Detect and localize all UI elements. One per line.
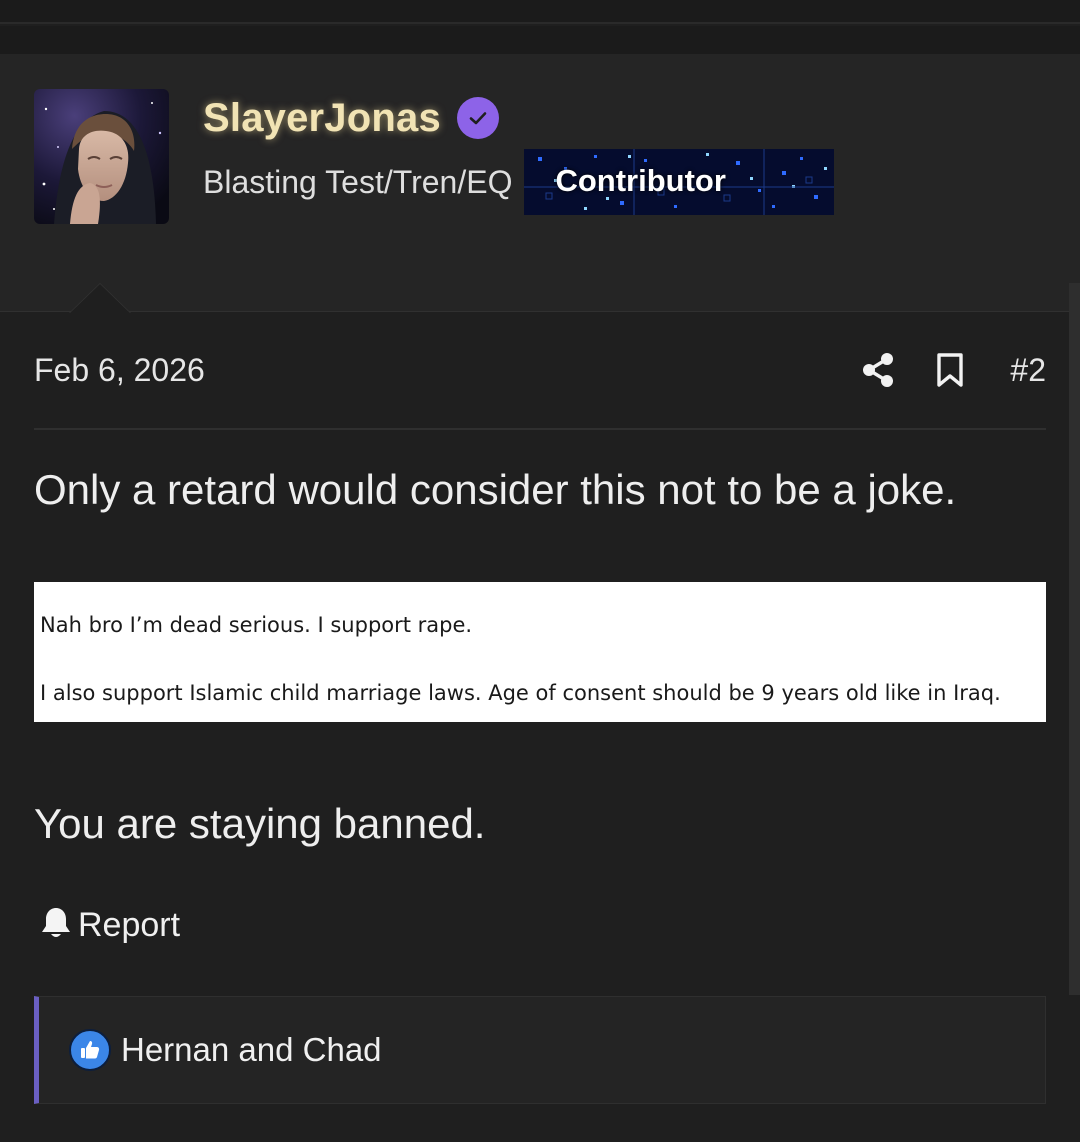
scrollbar[interactable] bbox=[1069, 283, 1080, 995]
quoted-image-line: Nah bro I’m dead serious. I support rape… bbox=[40, 613, 473, 637]
quoted-screenshot-image[interactable]: Nah bro I’m dead serious. I support rape… bbox=[34, 582, 1046, 722]
report-label: Report bbox=[78, 905, 181, 944]
divider bbox=[34, 428, 1046, 430]
share-icon[interactable] bbox=[860, 350, 896, 390]
role-badge-label: Contributor bbox=[555, 163, 726, 198]
post-date[interactable]: Feb 6, 2026 bbox=[34, 352, 205, 389]
avatar[interactable] bbox=[34, 89, 169, 224]
thumbs-up-icon[interactable] bbox=[69, 1029, 111, 1071]
post-body-text: Only a retard would consider this not to… bbox=[34, 466, 957, 513]
reaction-users-link[interactable]: Hernan and Chad bbox=[121, 1031, 382, 1069]
post-number[interactable]: #2 bbox=[1010, 352, 1046, 389]
bell-icon bbox=[40, 906, 72, 945]
post-meta: Feb 6, 2026 #2 bbox=[34, 340, 1046, 400]
pointer-arrow bbox=[70, 284, 130, 313]
post-body-text: You are staying banned. bbox=[34, 800, 486, 847]
post-meta-actions: #2 bbox=[860, 350, 1046, 390]
top-bar bbox=[0, 0, 1080, 24]
quoted-image-line: I also support Islamic child marriage la… bbox=[40, 681, 1001, 705]
report-button[interactable]: Report bbox=[40, 903, 180, 947]
bookmark-icon[interactable] bbox=[934, 350, 966, 390]
post-user-header: SlayerJonas Blasting Test/Tren/EQ Contri… bbox=[0, 54, 1080, 312]
user-title-row: Blasting Test/Tren/EQ Contributor bbox=[203, 149, 835, 215]
role-badge: Contributor bbox=[524, 149, 835, 215]
top-gap bbox=[0, 26, 1080, 54]
check-circle-icon bbox=[456, 97, 499, 139]
username-row: SlayerJonas bbox=[203, 94, 499, 142]
reactions-bar: Hernan and Chad bbox=[34, 996, 1046, 1104]
username[interactable]: SlayerJonas bbox=[203, 96, 441, 141]
user-title: Blasting Test/Tren/EQ bbox=[203, 163, 513, 200]
